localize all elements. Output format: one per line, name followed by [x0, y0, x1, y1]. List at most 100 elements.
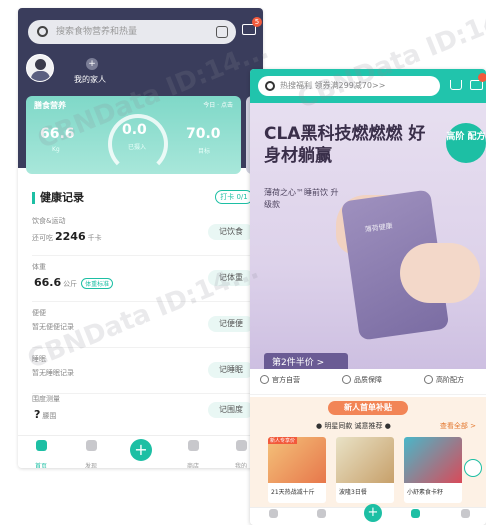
scan-icon[interactable] [216, 26, 228, 38]
subsidy-title: 新人首单补贴 [328, 401, 408, 415]
view-all-link[interactable]: 查看全部 > [440, 421, 476, 431]
avatar-head [35, 59, 46, 70]
add-family-button[interactable]: + [86, 58, 98, 70]
nutrition-card[interactable]: 膳食营养 今日 · 点击 66.6 Kg 0.0 已摄入 70.0 目标 [26, 96, 241, 174]
tab-home[interactable]: 首页 [26, 438, 56, 468]
promo-banner[interactable]: CLA黑科技燃燃燃 好身材躺赢 薄荷之心™睡前饮 升级款 高阶 配方 薄荷健康 … [250, 103, 486, 404]
add-record-button[interactable]: + [130, 439, 152, 461]
row-value-line: 66.6 公斤 体重标准 [32, 276, 114, 289]
tab-discover[interactable]: 发现 [306, 508, 336, 525]
row-value: 66.6 [34, 276, 62, 289]
home-icon [268, 509, 278, 518]
tab-store[interactable]: 商店 [400, 508, 430, 525]
row-unit: 公斤 [63, 280, 78, 288]
profile-icon [235, 440, 247, 451]
formula-badge: 高阶 配方 [446, 123, 486, 163]
product-card[interactable]: 新人专享价 21天热战减十斤 [268, 437, 326, 503]
product-card[interactable]: 波隆3日餐 [336, 437, 394, 503]
product-name: 小舒素食卡籽 [407, 489, 444, 496]
store-header: 热搜福利 领券满299减70>> [250, 69, 486, 103]
store-search-input[interactable]: 热搜福利 领券满299减70>> [258, 76, 440, 96]
feature-label: 高阶配方 [436, 376, 464, 384]
feature-quality: 品质保障 [342, 375, 382, 385]
bottom-tab-bar: 首页 发现 + 商店 我的 [250, 504, 486, 525]
recommend-text: ● 明星同款 诚意推荐 ● [316, 422, 391, 430]
home-icon [35, 440, 47, 451]
target-value: 70.0 [186, 126, 221, 142]
row-value: 2246 [55, 230, 86, 243]
avatar[interactable] [26, 54, 54, 82]
record-row-weight: 体重 66.6 公斤 体重标准 记体重 [32, 260, 254, 302]
row-label: 便便 [32, 309, 46, 317]
search-placeholder: 热搜福利 领券满299减70>> [280, 81, 386, 90]
feature-formula: 高阶配方 [424, 375, 464, 385]
feature-label: 品质保障 [354, 376, 382, 384]
store-icon [410, 509, 420, 518]
tab-home[interactable]: 首页 [258, 508, 288, 525]
row-prefix: 还可吃 [32, 234, 53, 242]
log-diet-button[interactable]: 记饮食 [208, 224, 254, 240]
search-icon [265, 81, 275, 91]
search-input[interactable]: 搜索食物营养和热量 [28, 20, 236, 44]
row-value-line: ? 腰围 [32, 408, 56, 421]
feature-official: 官方自营 [260, 375, 300, 385]
checkin-button[interactable]: 打卡 0/1 [215, 190, 253, 204]
tab-store[interactable]: 商店 [178, 438, 208, 468]
health-records-screen: 搜索食物营养和热量 5 + 我的家人 膳食营养 今日 · 点击 66.6 Kg … [18, 8, 263, 468]
row-unit: 腰围 [42, 412, 57, 420]
customer-service-icon[interactable] [464, 459, 482, 477]
log-weight-button[interactable]: 记体重 [208, 270, 254, 286]
row-label: 饮食&运动 [32, 217, 66, 225]
add-record-button[interactable]: + [364, 504, 382, 522]
feature-strip: 官方自营 品质保障 高阶配方 [250, 369, 486, 395]
records-title: 健康记录 [32, 192, 84, 204]
log-girth-button[interactable]: 记围度 [208, 402, 254, 418]
cart-icon[interactable] [450, 80, 462, 90]
pouch-label: 薄荷健康 [364, 222, 394, 234]
weight-status-badge: 体重标准 [81, 278, 114, 289]
product-image [336, 437, 394, 483]
discover-icon [85, 440, 97, 451]
product-name: 波隆3日餐 [339, 489, 367, 496]
official-icon [260, 375, 269, 384]
row-empty-text: 暂无睡眠记录 [32, 369, 74, 377]
intake-label: 已摄入 [128, 144, 147, 151]
message-badge: 5 [252, 17, 262, 27]
row-label: 体重 [32, 263, 46, 271]
bottom-tab-bar: 首页 发现 + 商店 我的 [18, 435, 263, 468]
tab-discover[interactable]: 发现 [76, 438, 106, 468]
row-label: 围度测量 [32, 395, 60, 403]
weight-label: Kg [52, 146, 60, 153]
message-icon[interactable]: 5 [242, 17, 262, 35]
tab-label: 首页 [34, 463, 47, 468]
log-stool-button[interactable]: 记便便 [208, 316, 254, 332]
hand-illustration [400, 243, 480, 303]
log-sleep-button[interactable]: 记睡眠 [208, 362, 254, 378]
new-user-subsidy: 新人首单补贴 ● 明星同款 诚意推荐 ● 查看全部 > 新人专享价 21天热战减… [250, 397, 486, 507]
banner-headline: CLA黑科技燃燃燃 好身材躺赢 [264, 124, 426, 166]
message-dot [478, 73, 486, 82]
row-empty-text: 暂无便便记录 [32, 323, 74, 331]
tab-me[interactable]: 我的 [450, 508, 480, 525]
product-name: 21天热战减十斤 [271, 489, 315, 496]
tab-label: 商店 [186, 463, 199, 468]
row-unit: 千卡 [87, 234, 102, 242]
product-card[interactable]: 小舒素食卡籽 [404, 437, 462, 503]
nutrition-title: 膳食营养 [34, 101, 66, 110]
banner-subtitle: 薄荷之心™睡前饮 升级款 [264, 188, 339, 209]
document-icon [424, 375, 433, 384]
product-image [404, 437, 462, 483]
price-tag: 新人专享价 [268, 437, 298, 444]
record-row-stool: 便便 暂无便便记录 记便便 [32, 306, 254, 348]
search-icon [37, 26, 48, 37]
record-row-diet: 饮食&运动 还可吃 2246 千卡 记饮食 [32, 214, 254, 256]
row-label: 睡眠 [32, 355, 46, 363]
weight-value: 66.6 [40, 126, 75, 142]
discover-icon [316, 509, 326, 518]
diamond-icon [342, 375, 351, 384]
message-icon[interactable] [470, 73, 486, 90]
intake-value: 0.0 [122, 122, 147, 138]
nutrition-hint: 今日 · 点击 [203, 102, 233, 109]
header-panel: 搜索食物营养和热量 5 + 我的家人 膳食营养 今日 · 点击 66.6 Kg … [18, 8, 263, 174]
avatar-body [31, 71, 50, 81]
